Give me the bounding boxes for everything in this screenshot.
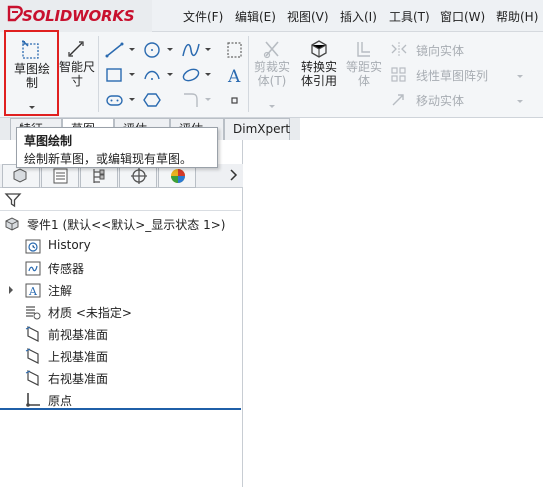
plane-icon	[25, 348, 39, 364]
mirror-entities-label[interactable]: 镜向实体	[416, 42, 464, 59]
tree-item-label: 材质 <未指定>	[48, 306, 132, 320]
separator	[248, 36, 249, 112]
tree-root-part[interactable]: 零件1 (默认<<默认>_显示状态 1>)	[3, 214, 243, 234]
tree-item-history[interactable]: History	[24, 236, 224, 256]
chevron-down-icon[interactable]	[514, 67, 536, 87]
ellipse-dropdown-icon[interactable]	[202, 65, 224, 85]
smart-dimension-button[interactable]: 智能尺 寸	[57, 38, 97, 108]
menu-help[interactable]: 帮助(H)	[496, 8, 538, 25]
tree-item-label: History	[48, 238, 91, 252]
smart-dimension-label-2: 寸	[70, 74, 83, 88]
smart-dimension-icon	[68, 41, 84, 57]
rectangle-icon[interactable]	[104, 65, 126, 85]
polygon-icon[interactable]	[142, 90, 164, 110]
move-entities-icon[interactable]	[389, 89, 411, 109]
logo-text: SOLIDWORKS	[22, 7, 135, 25]
svg-text:A: A	[227, 67, 241, 85]
trim-icon	[263, 41, 279, 59]
text-icon[interactable]: A	[224, 65, 246, 85]
plane-icon	[25, 326, 39, 342]
tab-dimxpert[interactable]: DimXpert	[224, 118, 290, 140]
separator	[98, 36, 99, 112]
convert-label-1: 转换实	[300, 60, 337, 74]
expand-arrow-icon[interactable]	[7, 285, 15, 295]
chevron-down-icon[interactable]	[514, 92, 536, 112]
panel-bottom-divider	[0, 408, 241, 410]
tree-item-label: 注解	[48, 284, 73, 298]
feature-manager-icon	[13, 168, 27, 183]
spline-dropdown-icon[interactable]	[202, 40, 224, 60]
circle-icon[interactable]	[142, 40, 164, 60]
graphics-area[interactable]	[244, 140, 543, 487]
dimxpert-icon	[131, 168, 147, 184]
origin-icon	[26, 393, 40, 407]
command-manager: 草图绘 制 智能尺 寸 A 剪裁实 体(T) 转换实 体引用 等距实 体 镜向实…	[0, 32, 543, 118]
smart-dimension-label-1: 智能尺	[58, 60, 95, 74]
material-icon	[26, 306, 41, 320]
point-icon[interactable]	[224, 90, 246, 110]
property-manager-icon	[53, 168, 68, 184]
offset-entities-button[interactable]: 等距实 体	[343, 38, 385, 108]
trim-entities-button[interactable]: 剪裁实 体(T)	[251, 38, 293, 108]
move-entities-label[interactable]: 移动实体	[416, 92, 464, 109]
menu-bar: SOLIDWORKS 文件(F) 编辑(E) 视图(V) 插入(I) 工具(T)…	[0, 0, 543, 32]
tree-item-label: 上视基准面	[48, 350, 109, 364]
convert-label-2: 体引用	[300, 74, 337, 88]
plane-icon	[25, 370, 39, 386]
history-icon	[25, 239, 41, 254]
menu-window[interactable]: 窗口(W)	[440, 8, 485, 25]
tree-item-top-plane[interactable]: 上视基准面	[24, 346, 224, 366]
slot-icon[interactable]	[104, 90, 126, 110]
tree-item-label: 原点	[48, 394, 73, 408]
highlight-box	[4, 30, 59, 116]
configuration-manager-icon	[93, 169, 105, 183]
sensor-icon	[25, 261, 41, 276]
line-icon[interactable]	[104, 40, 126, 60]
chevron-right-icon[interactable]	[228, 168, 240, 182]
menu-view[interactable]: 视图(V)	[287, 8, 329, 25]
tree-item-sensors[interactable]: 传感器	[24, 258, 224, 278]
filter-icon[interactable]	[4, 191, 22, 209]
spline-icon[interactable]	[180, 40, 202, 60]
svg-text:A: A	[28, 285, 38, 298]
part-icon	[5, 217, 19, 231]
tooltip-title: 草图绘制	[24, 134, 73, 148]
menu-insert[interactable]: 插入(I)	[340, 8, 377, 25]
linear-pattern-icon[interactable]	[389, 64, 411, 84]
tree-item-material[interactable]: 材质 <未指定>	[24, 302, 234, 322]
tree-item-label: 传感器	[48, 262, 85, 276]
construction-geometry-icon[interactable]	[224, 40, 246, 60]
display-manager-icon	[171, 169, 185, 183]
mirror-entities-icon[interactable]	[389, 39, 411, 59]
tree-item-right-plane[interactable]: 右视基准面	[24, 368, 224, 388]
tooltip-description: 绘制新草图，或编辑现有草图。	[24, 152, 193, 166]
trim-label-1: 剪裁实	[253, 60, 290, 74]
part-name: 零件1 (默认<<默认>_显示状态 1>)	[27, 218, 226, 232]
arc-icon[interactable]	[142, 65, 164, 85]
ellipse-icon[interactable]	[180, 65, 202, 85]
offset-icon	[357, 42, 370, 57]
tree-item-label: 前视基准面	[48, 328, 109, 342]
fillet-icon[interactable]	[180, 90, 202, 110]
convert-entities-icon	[311, 40, 327, 58]
annotation-icon: A	[25, 283, 41, 298]
menu-file[interactable]: 文件(F)	[183, 8, 223, 25]
tree-item-front-plane[interactable]: 前视基准面	[24, 324, 224, 344]
offset-label-2: 体	[357, 74, 370, 88]
tree-item-label: 右视基准面	[48, 372, 109, 386]
linear-pattern-label[interactable]: 线性草图阵列	[416, 67, 488, 84]
menu-tools[interactable]: 工具(T)	[389, 8, 430, 25]
tree-item-annotations[interactable]: A 注解	[24, 280, 224, 300]
solidworks-logo[interactable]: SOLIDWORKS	[0, 0, 152, 32]
chevron-down-icon	[269, 105, 275, 108]
menu-edit[interactable]: 编辑(E)	[235, 8, 276, 25]
tree-item-origin[interactable]: 原点	[24, 390, 224, 410]
fillet-dropdown-icon[interactable]	[202, 90, 224, 110]
trim-label-2: 体(T)	[257, 74, 287, 88]
offset-label-1: 等距实	[345, 60, 382, 74]
tooltip: 草图绘制 绘制新草图，或编辑现有草图。	[16, 127, 218, 168]
convert-entities-button[interactable]: 转换实 体引用	[297, 38, 341, 108]
filter-bar[interactable]	[0, 189, 241, 211]
